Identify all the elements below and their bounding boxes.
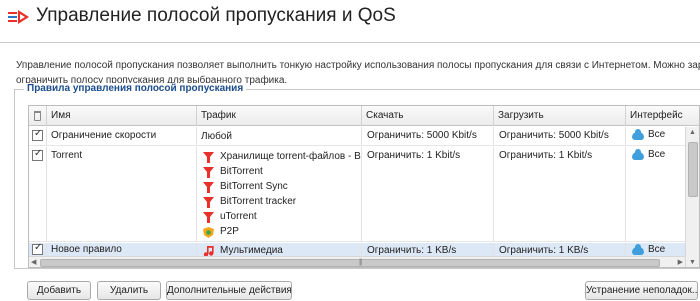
row-interface: Все: [626, 147, 685, 241]
page-header: Управление полосой пропускания и QoS: [0, 0, 700, 34]
header-divider: [0, 42, 700, 43]
column-header-name[interactable]: Имя: [47, 106, 197, 126]
cloud-icon: [632, 129, 644, 140]
column-header-upload[interactable]: Загрузить: [494, 106, 626, 126]
horizontal-scroll-thumb[interactable]: |||: [40, 259, 660, 267]
funnel-icon: [203, 152, 214, 163]
bandwidth-logo-icon: [8, 10, 29, 24]
music-note-icon: [203, 246, 214, 256]
row-name: Ограничение скорости: [47, 127, 197, 145]
more-actions-label: Дополнительные действия: [167, 285, 292, 296]
more-actions-button[interactable]: Дополнительные действия: [166, 281, 292, 300]
row-traffic: Хранилище torrent-файлов - B... BitTorre…: [197, 147, 362, 241]
rules-table: Имя Трафик Скачать Загрузить Интерфейс О…: [28, 105, 700, 268]
row-traffic: Любой: [197, 127, 362, 145]
column-header-interface[interactable]: Интерфейс: [626, 106, 699, 126]
trash-icon: [34, 111, 41, 121]
scroll-grip-icon: |||: [359, 259, 363, 266]
troubleshoot-button[interactable]: Устранение неполадок...: [585, 281, 698, 300]
interface-label: Все: [648, 129, 666, 140]
vertical-scrollbar[interactable]: ▲ ▼: [685, 127, 699, 267]
funnel-icon: [203, 212, 214, 223]
row-checkbox[interactable]: [32, 128, 43, 141]
scroll-left-arrow-icon[interactable]: ◀: [31, 258, 36, 266]
row-interface: Все: [626, 243, 685, 256]
horizontal-scrollbar[interactable]: ◀ ||| ▶: [29, 256, 685, 267]
funnel-icon: [203, 182, 214, 193]
table-row[interactable]: Новое правило Мультимедиа Ограничить: 1 …: [29, 243, 685, 256]
cloud-icon: [632, 149, 644, 160]
interface-label: Все: [648, 149, 666, 160]
row-upload: Ограничить: 1 Kbit/s: [494, 147, 626, 241]
row-upload: Ограничить: 5000 Kbit/s: [494, 127, 626, 145]
traffic-label: P2P: [220, 226, 239, 237]
vertical-scroll-thumb[interactable]: [688, 142, 698, 197]
row-cell-check: [29, 147, 47, 241]
traffic-label: BitTorrent tracker: [220, 196, 297, 207]
row-download: Ограничить: 1 KB/s: [362, 243, 494, 256]
cloud-icon: [632, 244, 644, 255]
interface-label: Все: [648, 244, 666, 255]
traffic-label: uTorrent: [220, 211, 257, 222]
funnel-icon: [203, 167, 214, 178]
page-title: Управление полосой пропускания и QoS: [36, 5, 396, 26]
add-button[interactable]: Добавить: [27, 281, 91, 300]
table-header: Имя Трафик Скачать Загрузить Интерфейс: [29, 106, 699, 126]
traffic-label: Мультимедиа: [220, 245, 283, 256]
row-download: Ограничить: 1 Kbit/s: [362, 147, 494, 241]
table-row[interactable]: Torrent Хранилище torrent-файлов - B... …: [29, 147, 685, 242]
traffic-item: Любой: [201, 130, 232, 144]
row-checkbox[interactable]: [32, 148, 43, 161]
scroll-right-arrow-icon[interactable]: ▶: [678, 258, 683, 266]
row-name: Torrent: [47, 147, 197, 241]
column-header-traffic[interactable]: Трафик: [197, 106, 362, 126]
traffic-label: Хранилище torrent-файлов - B...: [220, 151, 362, 162]
header-delete-column[interactable]: [29, 106, 47, 126]
p2p-shield-icon: [203, 227, 214, 238]
row-traffic: Мультимедиа: [197, 243, 362, 256]
rules-group-legend: Правила управления полосой пропускания: [24, 83, 247, 94]
row-cell-check: [29, 127, 47, 145]
traffic-label: BitTorrent Sync: [220, 181, 288, 192]
column-header-download[interactable]: Скачать: [362, 106, 494, 126]
row-name: Новое правило: [47, 243, 197, 256]
scroll-up-arrow-icon[interactable]: ▲: [689, 129, 696, 136]
description-line-1: Управление полосой пропускания позволяет…: [16, 60, 700, 71]
scroll-down-arrow-icon[interactable]: ▼: [689, 259, 696, 266]
row-interface: Все: [626, 127, 685, 145]
delete-button[interactable]: Удалить: [97, 281, 161, 300]
row-cell-check: [29, 243, 47, 256]
funnel-icon: [203, 197, 214, 208]
traffic-label: Любой: [201, 131, 232, 142]
table-row[interactable]: Ограничение скорости Любой Ограничить: 5…: [29, 127, 685, 146]
traffic-label: BitTorrent: [220, 166, 263, 177]
row-upload: Ограничить: 1 KB/s: [494, 243, 626, 256]
row-download: Ограничить: 5000 Kbit/s: [362, 127, 494, 145]
row-checkbox[interactable]: [32, 243, 43, 255]
